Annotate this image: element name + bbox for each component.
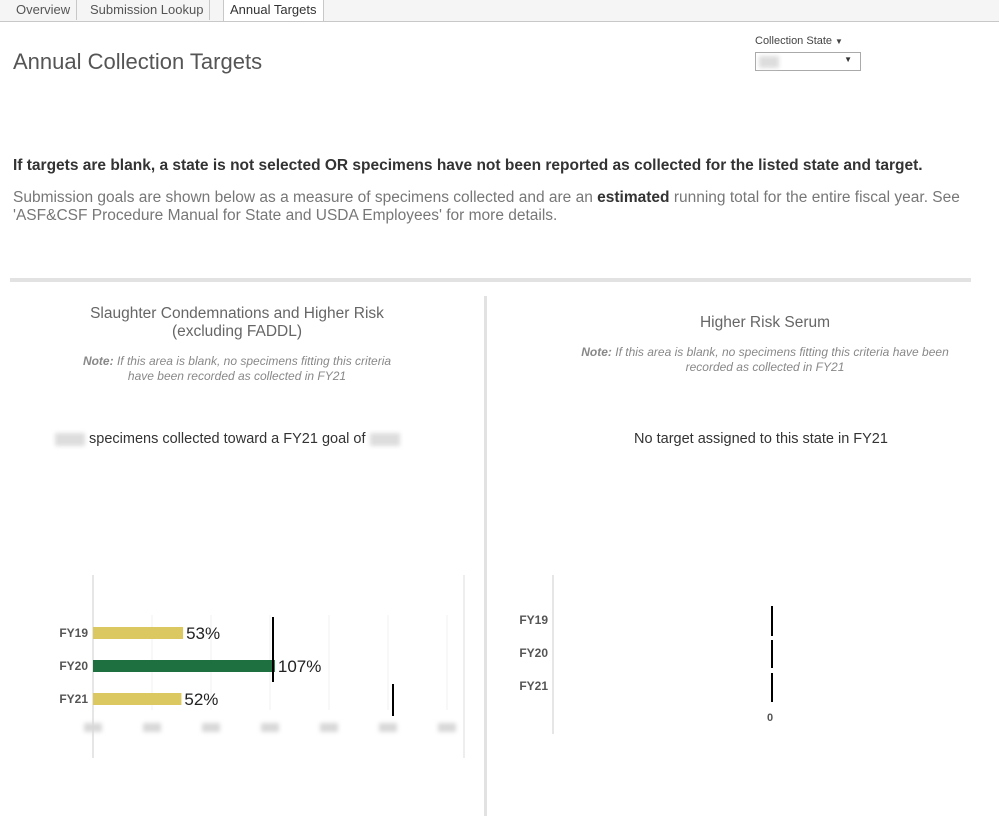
tab-bar: Overview Submission Lookup Annual Target… xyxy=(0,0,999,22)
page-title: Annual Collection Targets xyxy=(13,49,263,74)
left-panel-note: Note: If this area is blank, no specimen… xyxy=(37,354,437,384)
fy-progress-chart: FY19 53% FY20 107% FY21 52% xyxy=(59,575,465,758)
y-tick-label: FY21 xyxy=(59,692,88,706)
data-label: 107% xyxy=(278,657,321,676)
y-tick-label: FY20 xyxy=(519,646,548,660)
bar xyxy=(93,660,275,672)
y-tick-label: FY21 xyxy=(519,679,548,693)
x-tick-label-redacted xyxy=(143,723,161,732)
y-tick-label: FY19 xyxy=(59,626,88,640)
right-panel-note: Note: If this area is blank, no specimen… xyxy=(540,345,990,375)
note-label: Note: xyxy=(82,354,114,368)
x-tick-label-redacted xyxy=(438,723,456,732)
panel-divider xyxy=(484,296,487,816)
collection-state-dropdown[interactable]: ▼ xyxy=(755,52,861,71)
note-line2: recorded as collected in FY21 xyxy=(685,360,845,374)
collection-state-label-text: Collection State xyxy=(755,35,833,47)
description-text: Submission goals are shown below as a me… xyxy=(13,189,598,206)
left-panel-title: Slaughter Condemnations and Higher Risk … xyxy=(37,305,437,341)
data-label: 52% xyxy=(184,690,218,709)
goal-count-redacted xyxy=(369,432,400,446)
caret-down-icon[interactable]: ▼ xyxy=(835,37,843,46)
submission-goals-description: Submission goals are shown below as a me… xyxy=(13,189,983,225)
bar xyxy=(93,627,184,639)
y-tick-label: FY20 xyxy=(59,659,88,673)
collection-state-filter-label[interactable]: Collection State ▼ xyxy=(755,35,843,47)
left-panel-title-line1: Slaughter Condemnations and Higher Risk xyxy=(90,305,384,322)
right-panel-summary: No target assigned to this state in FY21 xyxy=(634,431,888,447)
left-panel-summary: specimens collected toward a FY21 goal o… xyxy=(55,431,400,447)
note-line1: If this area is blank, no specimens fitt… xyxy=(113,354,392,368)
bar xyxy=(93,693,182,705)
x-tick-label-redacted xyxy=(379,723,397,732)
right-panel-title: Higher Risk Serum xyxy=(699,314,831,331)
y-tick-label: FY19 xyxy=(519,613,548,627)
x-tick-label: 0 xyxy=(767,712,773,724)
tab-annual-targets[interactable]: Annual Targets xyxy=(223,0,324,21)
section-divider xyxy=(10,278,971,282)
higher-risk-serum-chart: FY19 FY20 FY21 0 xyxy=(519,575,773,734)
collected-count-redacted xyxy=(55,432,85,446)
note-label: Note: xyxy=(581,345,612,359)
x-tick-label-redacted xyxy=(261,723,279,732)
x-tick-label-redacted xyxy=(320,723,338,732)
blank-targets-notice: If targets are blank, a state is not sel… xyxy=(13,157,923,174)
note-line1: If this area is blank, no specimens fitt… xyxy=(611,345,949,359)
note-line2: have been recorded as collected in FY21 xyxy=(127,369,347,383)
x-tick-label-redacted xyxy=(84,723,102,732)
x-tick-label-redacted xyxy=(202,723,220,732)
tab-submission-lookup[interactable]: Submission Lookup xyxy=(84,0,211,20)
tab-overview[interactable]: Overview xyxy=(10,0,78,20)
left-panel-title-line2: (excluding FADDL) xyxy=(171,323,303,340)
data-label: 53% xyxy=(186,624,220,643)
description-emphasis: estimated xyxy=(597,189,670,206)
summary-text: specimens collected toward a FY21 goal o… xyxy=(89,431,366,447)
selected-state-value xyxy=(759,56,779,68)
chevron-down-icon: ▼ xyxy=(844,55,852,64)
